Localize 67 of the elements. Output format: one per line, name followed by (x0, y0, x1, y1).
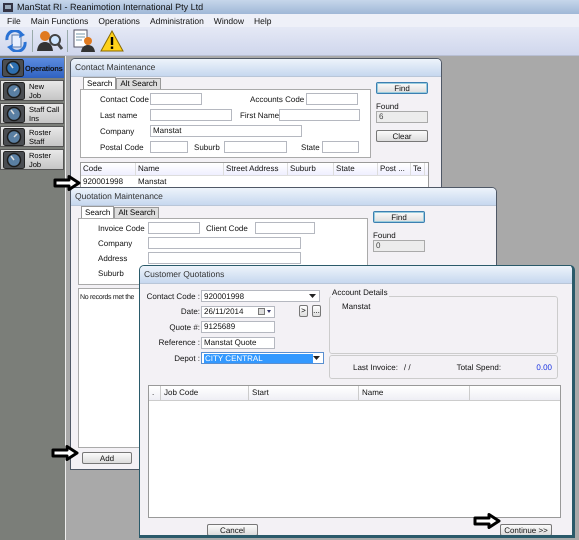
menu-item[interactable]: Main Functions (26, 16, 94, 26)
app-title: ManStat RI - Reanimotion International Pty Ltd (17, 1, 204, 14)
field-label: Contact Code (100, 94, 150, 104)
account-name: Manstat (342, 302, 370, 311)
field-label: Client Code (206, 224, 249, 232)
field-label: Accounts Code (250, 94, 306, 104)
column-header[interactable]: Suburb (288, 163, 334, 175)
find-button[interactable]: Find (376, 82, 428, 94)
column-header[interactable]: Te (411, 163, 425, 175)
total-spend-value: 0.00 (536, 362, 552, 372)
text-field[interactable]: Manstat (150, 125, 302, 137)
last-invoice-label: Last Invoice: (353, 362, 398, 372)
field-label: Suburb (194, 142, 221, 152)
date-picker[interactable]: 26/11/2014 (201, 306, 275, 318)
field-label: Last name (100, 110, 138, 120)
column-header[interactable]: Job Code (161, 386, 249, 400)
found-label: Found (376, 102, 400, 111)
cancel-button[interactable]: Cancel (207, 524, 258, 535)
group-legend: Account Details (331, 288, 389, 297)
found-count-field: 6 (376, 111, 428, 123)
field-label: Contact Code : (146, 292, 201, 300)
clear-button[interactable]: Clear (376, 130, 428, 142)
field-label: Company (98, 238, 134, 248)
table-cell-text: Manstat (137, 176, 168, 188)
column-header[interactable]: Start (249, 386, 359, 400)
field-label: Invoice Code (98, 224, 146, 232)
found-label: Found (373, 231, 397, 240)
add-button[interactable]: Add (82, 452, 132, 464)
text-field[interactable]: 9125689 (201, 321, 275, 333)
column-header[interactable]: Street Address (224, 163, 288, 175)
nav-button[interactable]: ... (312, 304, 321, 316)
field-label: Postal Code (100, 142, 145, 152)
tab[interactable]: Search (83, 77, 116, 89)
window-title: Contact Maintenance (71, 59, 441, 77)
menu-item[interactable]: Window (208, 16, 250, 26)
column-header[interactable]: . (149, 386, 161, 400)
column-header[interactable]: State (334, 163, 378, 175)
field-label: Depot : (173, 354, 201, 362)
continue-button[interactable]: Continue >> (500, 524, 552, 535)
tab[interactable]: Search (81, 206, 114, 218)
tab[interactable]: Alt Search (116, 78, 162, 89)
field-label: Date: (180, 307, 201, 316)
window-title: Quotation Maintenance (71, 188, 496, 206)
menu-item[interactable]: File (2, 16, 26, 26)
column-header[interactable]: Post ... (378, 163, 411, 175)
window-title: Customer Quotations (140, 266, 572, 284)
text-field[interactable]: Manstat Quote (201, 336, 275, 348)
menu-item[interactable]: Administration (144, 16, 209, 26)
find-button[interactable]: Find (373, 211, 425, 223)
field-label: Company (100, 126, 136, 136)
found-count-field: 0 (373, 240, 425, 252)
column-header[interactable]: Code (81, 163, 136, 175)
field-label: State (301, 142, 321, 152)
field-label: Reference : (158, 338, 201, 347)
field-label: Quote #: (168, 322, 201, 332)
field-label: First Name (240, 110, 280, 120)
table-cell-text: 920001998 (82, 176, 124, 188)
tab[interactable]: Alt Search (114, 207, 160, 218)
column-header[interactable]: Name (136, 163, 224, 175)
total-spend-label: Total Spend: (456, 362, 502, 372)
combo-box[interactable]: 920001998 (201, 290, 320, 302)
field-label: Address (98, 254, 128, 262)
menu-item[interactable]: Operations (93, 16, 145, 26)
last-invoice-value: / / (404, 362, 411, 372)
nav-button[interactable]: > (299, 304, 308, 316)
column-header[interactable]: Name (359, 386, 470, 400)
menu-item[interactable]: Help (249, 16, 277, 26)
